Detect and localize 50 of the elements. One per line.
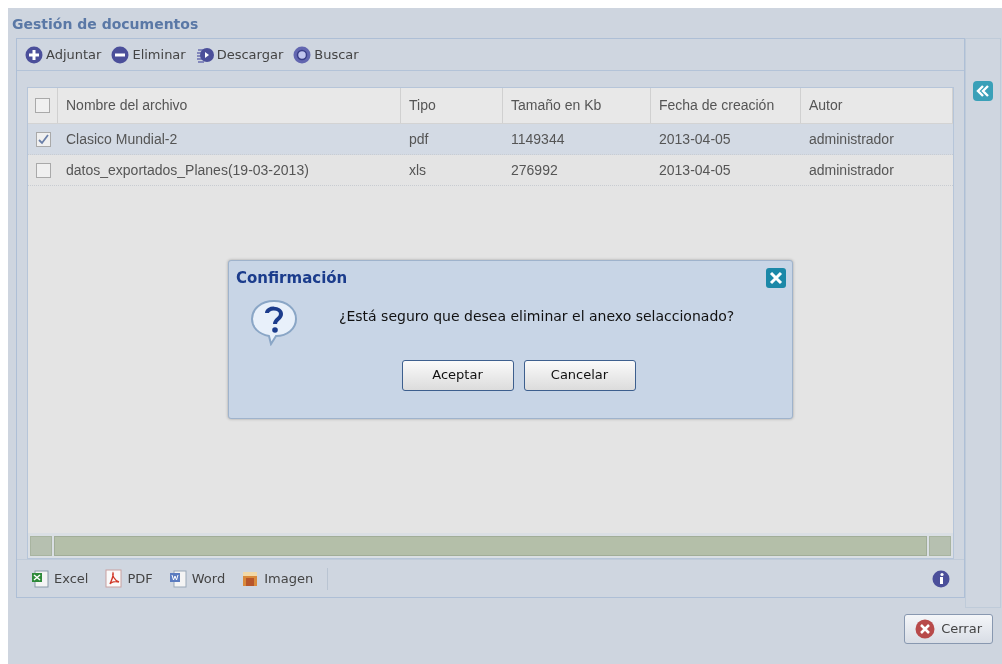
column-header[interactable]: Tipo xyxy=(409,95,436,116)
minus-icon xyxy=(111,45,130,64)
window-title: Gestión de documentos xyxy=(11,15,200,34)
column-header[interactable]: Autor xyxy=(809,95,843,116)
table-cell: pdf xyxy=(409,130,429,147)
toolbar-button[interactable]: Adjuntar xyxy=(23,44,104,65)
question-icon xyxy=(249,297,299,346)
export-button[interactable]: PDF xyxy=(98,568,159,589)
dialog-title: Confirmación xyxy=(236,268,348,289)
table-row[interactable]: Clasico Mundial-2 pdf 1149344 2013-04-05 administrador xyxy=(28,124,953,155)
dialog-button[interactable]: Cancelar xyxy=(523,359,636,391)
checkbox[interactable] xyxy=(35,162,51,178)
export-button[interactable]: Imagen xyxy=(235,568,320,589)
dialog-message: ¿Está seguro que desea eliminar el anexo selaccionado? xyxy=(339,306,735,326)
column-header[interactable]: Fecha de creación xyxy=(659,95,775,116)
checkbox[interactable] xyxy=(35,98,50,113)
close-button[interactable]: Cerrar xyxy=(904,614,993,644)
collapse-icon[interactable] xyxy=(973,81,993,101)
toolbar-button[interactable]: Descargar xyxy=(193,44,286,65)
horizontal-scrollbar[interactable] xyxy=(54,535,927,556)
export-button[interactable]: Word xyxy=(162,568,232,589)
column-header[interactable]: Nombre del archivo xyxy=(66,95,188,116)
spreadsheet-icon xyxy=(31,569,49,588)
scroll-right-button[interactable] xyxy=(929,535,951,556)
document-icon xyxy=(104,569,123,588)
table-cell: 276992 xyxy=(511,161,558,178)
checkbox[interactable] xyxy=(35,131,51,147)
table-cell: datos_exportados_Planes(19-03-2013) xyxy=(66,161,309,178)
document-icon xyxy=(168,569,187,588)
scroll-left-button[interactable] xyxy=(30,535,52,556)
table-cell: 2013-04-05 xyxy=(659,130,731,147)
table-cell: Clasico Mundial-2 xyxy=(66,130,178,147)
export-button[interactable]: Excel xyxy=(25,568,95,589)
table-cell: administrador xyxy=(809,161,894,178)
close-icon xyxy=(915,619,936,639)
column-header[interactable]: Tamaño en Kb xyxy=(511,95,602,116)
plus-icon xyxy=(25,45,43,64)
table-cell: 2013-04-05 xyxy=(659,161,731,178)
dialog-button[interactable]: Aceptar xyxy=(401,359,514,391)
table-cell: xls xyxy=(409,161,427,178)
table-cell: administrador xyxy=(809,130,894,147)
table-row[interactable]: datos_exportados_Planes(19-03-2013) xls 276992 2013-04-05 administrador xyxy=(28,155,953,186)
close-icon[interactable] xyxy=(766,268,786,289)
toolbar-button[interactable]: Buscar xyxy=(291,44,361,65)
ring-icon xyxy=(293,45,312,64)
arrow-disc-icon xyxy=(195,45,214,64)
table-cell: 1149344 xyxy=(511,130,565,147)
toolbar-button[interactable]: Eliminar xyxy=(109,44,188,65)
picture-frame-icon xyxy=(241,569,260,588)
info-icon[interactable] xyxy=(932,569,950,588)
